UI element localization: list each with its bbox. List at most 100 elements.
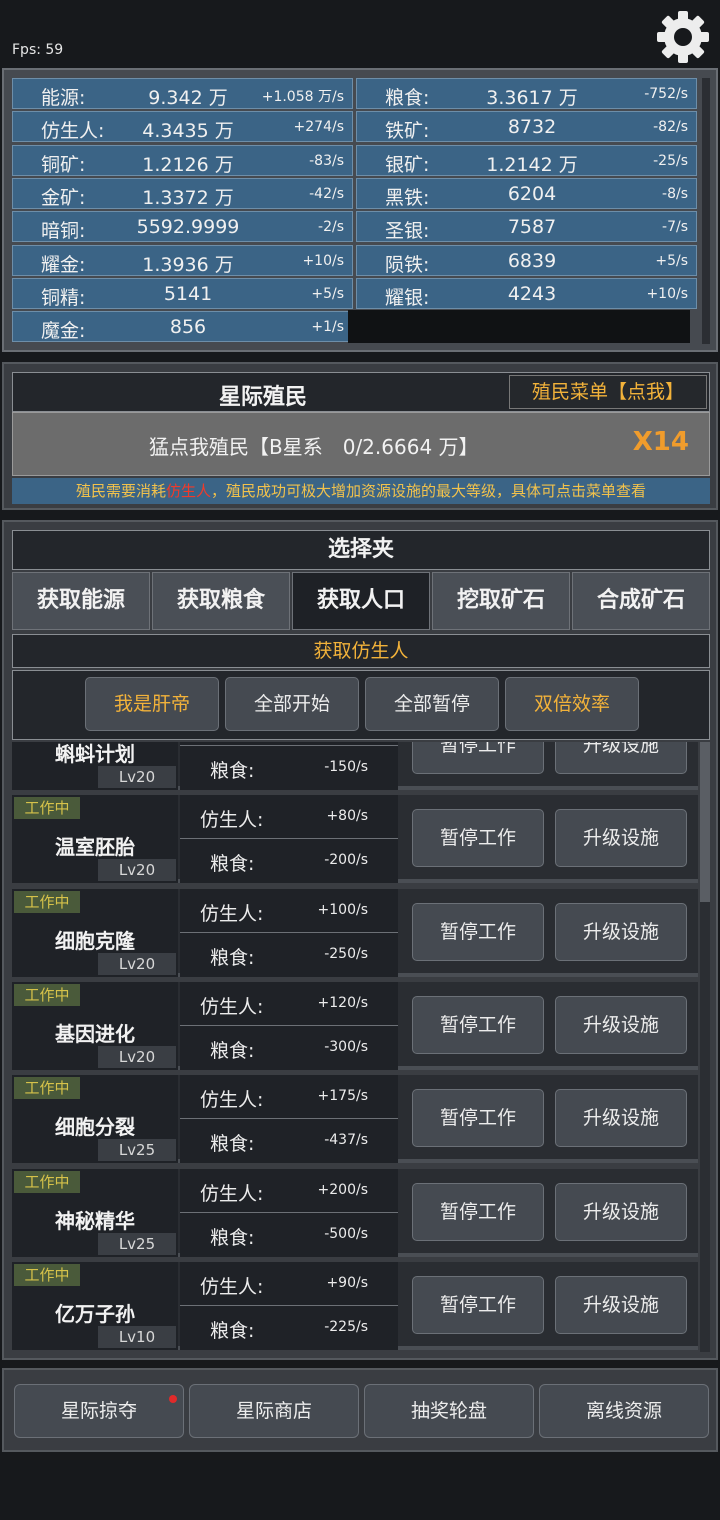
output-label: 仿生人: bbox=[200, 809, 264, 832]
pause-button[interactable]: 暂停工作 bbox=[412, 742, 544, 774]
output-label: 仿生人: bbox=[200, 1089, 264, 1112]
output-label: 仿生人: bbox=[200, 1275, 264, 1298]
colonize-button[interactable]: 猛点我殖民【B星系 0/2.6664 万】 X14 bbox=[12, 412, 710, 476]
resource-cell: 耀金: 1.3936 万 +10/s bbox=[12, 244, 353, 276]
pause-button[interactable]: 暂停工作 bbox=[412, 995, 544, 1054]
output-rate: +90/s bbox=[326, 1274, 368, 1291]
resource-name: 魔金: bbox=[41, 320, 86, 343]
input-label: 粮食: bbox=[210, 853, 255, 876]
rate-divider bbox=[180, 1024, 398, 1026]
status-badge: 工作中 bbox=[14, 983, 80, 1006]
facility-level: Lv20 bbox=[98, 766, 176, 788]
upgrade-button[interactable]: 升级设施 bbox=[555, 1089, 687, 1148]
nav-button-0[interactable]: 星际掠夺 bbox=[14, 1384, 184, 1438]
facility-info: 工作中 亿万子孙 Lv10 bbox=[12, 1261, 178, 1350]
facility-level: Lv25 bbox=[98, 1139, 176, 1162]
facility-level: Lv20 bbox=[98, 952, 176, 975]
tab-1[interactable]: 获取粮食 bbox=[152, 572, 290, 630]
facility-level: Lv20 bbox=[98, 1045, 176, 1068]
scrollbar-thumb[interactable] bbox=[700, 742, 710, 902]
facility-row: 工作中 细胞分裂 Lv25 仿生人: +175/s 粮食: -437/s 暂停工作 升级设施 bbox=[12, 1075, 698, 1164]
input-label: 粮食: bbox=[210, 946, 255, 969]
input-rate: -437/s bbox=[324, 1132, 368, 1149]
output-rate: +80/s bbox=[326, 808, 368, 825]
resources-scrollbar[interactable] bbox=[702, 78, 710, 344]
input-rate: -200/s bbox=[324, 852, 368, 869]
selector-title: 选择夹 bbox=[12, 530, 710, 570]
selector-panel: 选择夹 获取能源 获取粮食 获取人口 挖取矿石 合成矿石 获取仿生人 我是肝帝 全部开始全… bbox=[2, 520, 718, 1360]
resource-cell: 仿生人: 4.3435 万 +274/s bbox=[12, 111, 353, 143]
pause-button[interactable]: 暂停工作 bbox=[412, 1089, 544, 1148]
input-label: 粮食: bbox=[210, 1226, 255, 1249]
resource-cell: 陨铁: 6839 +5/s bbox=[356, 244, 697, 276]
resource-rate: -25/s bbox=[653, 152, 688, 169]
resource-cell: 银矿: 1.2142 万 -25/s bbox=[356, 144, 697, 176]
upgrade-button[interactable]: 升级设施 bbox=[555, 995, 687, 1054]
upgrade-button[interactable]: 升级设施 bbox=[555, 1275, 687, 1334]
tab-0[interactable]: 获取能源 bbox=[12, 572, 150, 630]
tab-2[interactable]: 获取人口 bbox=[292, 572, 430, 630]
resource-rate: +5/s bbox=[655, 252, 688, 269]
resource-rate: +5/s bbox=[311, 285, 344, 302]
upgrade-button[interactable]: 升级设施 bbox=[555, 809, 687, 868]
resource-value: 7587 bbox=[507, 216, 557, 239]
resource-name: 仿生人: bbox=[41, 120, 105, 143]
notification-dot bbox=[169, 1395, 177, 1403]
nav-label: 抽奖轮盘 bbox=[410, 1400, 487, 1422]
facility-rates: 仿生人: +175/s 粮食: -437/s bbox=[180, 1075, 398, 1164]
facility-name: 亿万子孙 bbox=[55, 1301, 135, 1326]
input-rate: -150/s bbox=[324, 759, 368, 775]
resource-rate: -83/s bbox=[309, 152, 344, 169]
action-button-1[interactable]: 全部开始 bbox=[225, 677, 359, 731]
pause-button[interactable]: 暂停工作 bbox=[412, 1182, 544, 1241]
facility-rates: 仿生人: +90/s 粮食: -225/s bbox=[180, 1261, 398, 1350]
tab-4[interactable]: 合成矿石 bbox=[572, 572, 710, 630]
nav-button-1[interactable]: 星际商店 bbox=[189, 1384, 359, 1438]
nav-button-2[interactable]: 抽奖轮盘 bbox=[364, 1384, 534, 1438]
action-button-2[interactable]: 全部暂停 bbox=[365, 677, 499, 731]
colonize-note: 殖民需要消耗仿生人，殖民成功可极大增加资源设施的最大等级，具体可点击菜单查看 bbox=[12, 478, 710, 504]
selector-tabs: 获取能源 获取粮食 获取人口 挖取矿石 合成矿石 bbox=[12, 572, 710, 630]
resource-cell: 圣银: 7587 -7/s bbox=[356, 211, 697, 243]
input-rate: -300/s bbox=[324, 1038, 368, 1055]
resource-rate: -2/s bbox=[318, 219, 344, 236]
resource-cell: 魔金: 856 +1/s bbox=[12, 311, 353, 343]
tab-3[interactable]: 挖取矿石 bbox=[432, 572, 570, 630]
upgrade-button[interactable]: 升级设施 bbox=[555, 1182, 687, 1241]
bottom-nav: 星际掠夺 星际商店 抽奖轮盘 离线资源 bbox=[2, 1368, 718, 1452]
rate-divider bbox=[180, 838, 398, 840]
facility-list-scrollbar[interactable] bbox=[700, 742, 710, 1352]
resource-cell: 能源: 9.342 万 +1.058 万/s bbox=[12, 78, 353, 109]
resource-value: 9.342 万 bbox=[148, 87, 228, 109]
nav-button-3[interactable]: 离线资源 bbox=[539, 1384, 709, 1438]
pause-button[interactable]: 暂停工作 bbox=[412, 809, 544, 868]
resource-name: 铜矿: bbox=[41, 153, 86, 176]
upgrade-button[interactable]: 升级设施 bbox=[555, 742, 687, 774]
resource-value: 1.3372 万 bbox=[142, 186, 234, 209]
resource-rate: +10/s bbox=[302, 252, 344, 269]
resource-name: 能源: bbox=[41, 87, 86, 109]
gear-icon[interactable] bbox=[654, 8, 712, 66]
resources-panel: 能源: 9.342 万 +1.058 万/s 粮食: 3.3617 万 -752/s 仿生人… bbox=[2, 68, 718, 352]
nav-label: 星际商店 bbox=[235, 1400, 312, 1422]
resource-name: 铁矿: bbox=[385, 120, 430, 143]
colonize-menu-button[interactable]: 殖民菜单【点我】 bbox=[509, 375, 707, 409]
pause-button[interactable]: 暂停工作 bbox=[412, 1275, 544, 1334]
resource-name: 陨铁: bbox=[385, 253, 430, 276]
pause-button[interactable]: 暂停工作 bbox=[412, 902, 544, 961]
facility-name: 细胞克隆 bbox=[55, 928, 135, 953]
upgrade-button[interactable]: 升级设施 bbox=[555, 902, 687, 961]
resource-value: 1.2126 万 bbox=[142, 153, 234, 176]
facility-row: 工作中 亿万子孙 Lv10 仿生人: +90/s 粮食: -225/s 暂停工作 升级设施 bbox=[12, 1261, 698, 1350]
resource-name: 粮食: bbox=[385, 87, 430, 109]
action-button-0[interactable]: 我是肝帝 bbox=[85, 677, 219, 731]
facility-list: 蝌蚪计划 Lv20 粮食: -150/s 暂停工作 升级设施 工作中 温室胚胎 Lv20 仿生人:… bbox=[12, 742, 698, 1352]
resource-name: 黑铁: bbox=[385, 186, 430, 209]
output-rate: +100/s bbox=[317, 901, 368, 918]
action-button-3[interactable]: 双倍效率 bbox=[505, 677, 639, 731]
resource-value: 4.3435 万 bbox=[142, 120, 234, 143]
facility-row: 工作中 温室胚胎 Lv20 仿生人: +80/s 粮食: -200/s 暂停工作 升级设施 bbox=[12, 795, 698, 884]
resource-value: 5592.9999 bbox=[136, 216, 240, 239]
rate-divider bbox=[180, 931, 398, 933]
colonize-multiplier: X14 bbox=[632, 427, 689, 457]
